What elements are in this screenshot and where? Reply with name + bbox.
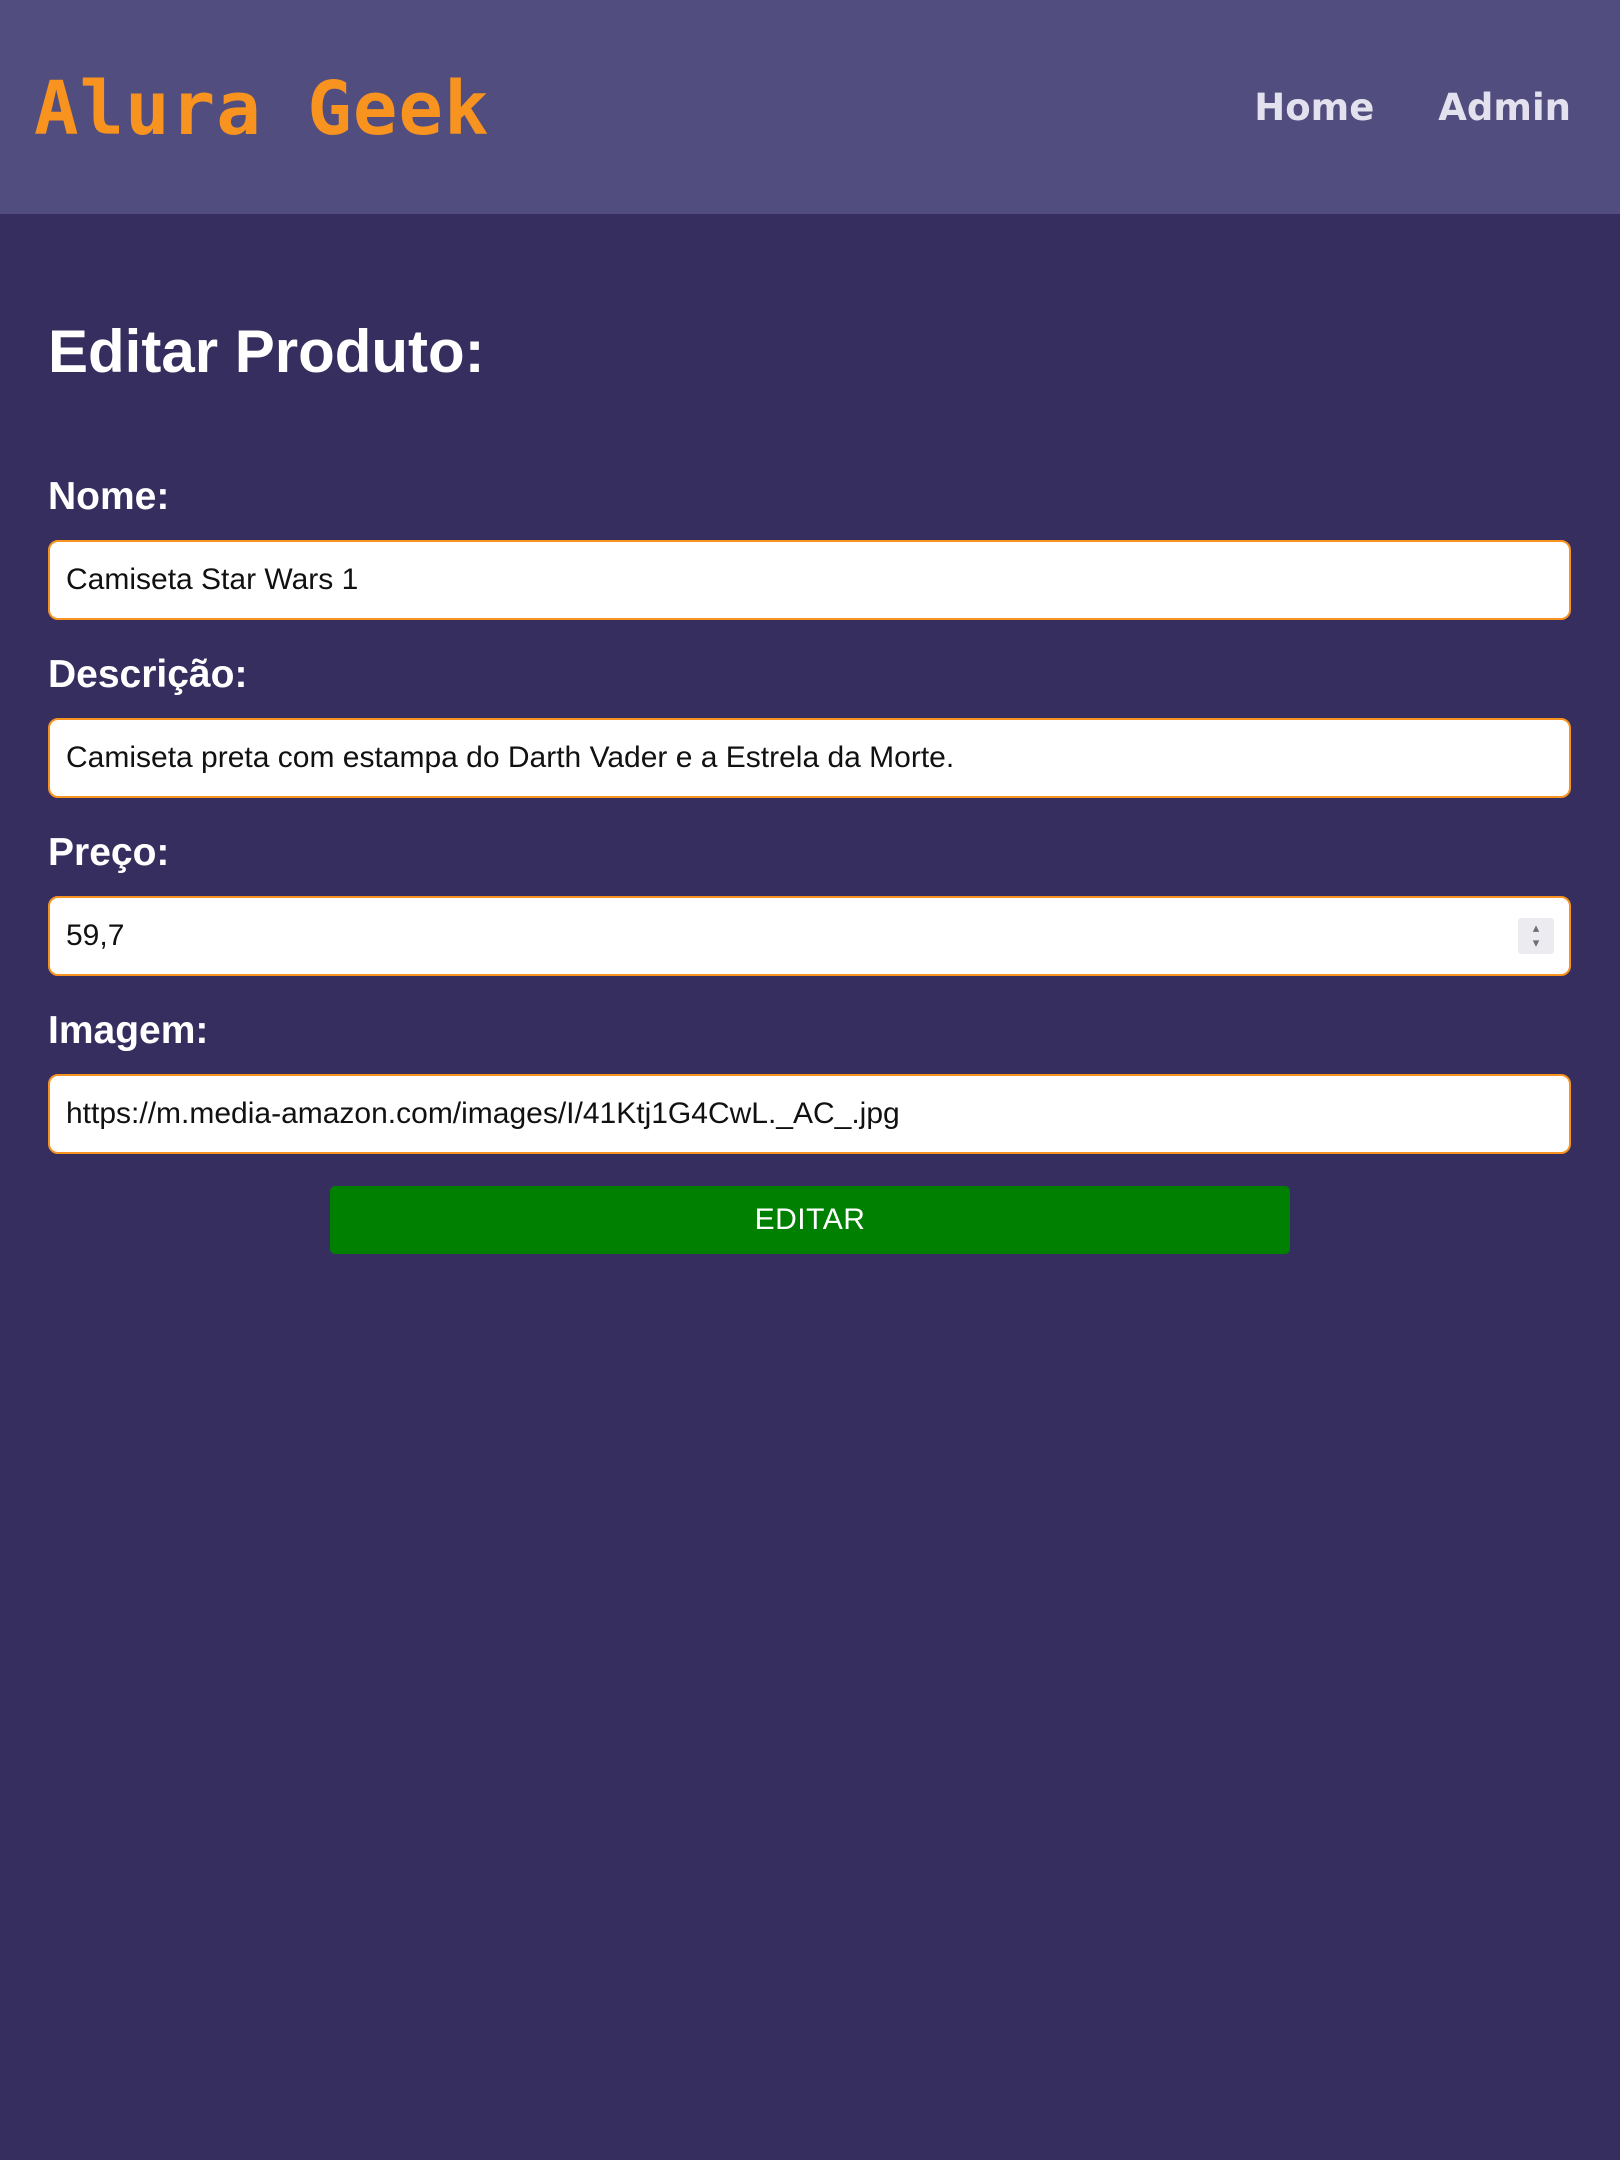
price-label: Preço:: [48, 831, 170, 874]
edit-button[interactable]: EDITAR: [330, 1186, 1290, 1254]
page-title: Editar Produto:: [48, 318, 485, 385]
nav-link-admin[interactable]: Admin: [1438, 80, 1571, 136]
nav-link-home[interactable]: Home: [1254, 80, 1374, 136]
image-url-input[interactable]: [48, 1074, 1571, 1154]
main-nav: Home Admin: [1254, 80, 1571, 136]
price-input[interactable]: [48, 896, 1571, 976]
description-input[interactable]: [48, 718, 1571, 798]
name-input[interactable]: [48, 540, 1571, 620]
description-label: Descrição:: [48, 653, 248, 696]
site-logo[interactable]: Alura Geek: [34, 64, 490, 154]
site-header: Alura Geek Home Admin: [0, 0, 1620, 214]
price-stepper[interactable]: ▴ ▾: [1518, 918, 1554, 954]
stepper-down-icon[interactable]: ▾: [1533, 936, 1540, 951]
stepper-up-icon[interactable]: ▴: [1533, 921, 1540, 936]
image-label: Imagem:: [48, 1009, 209, 1052]
name-label: Nome:: [48, 475, 170, 518]
